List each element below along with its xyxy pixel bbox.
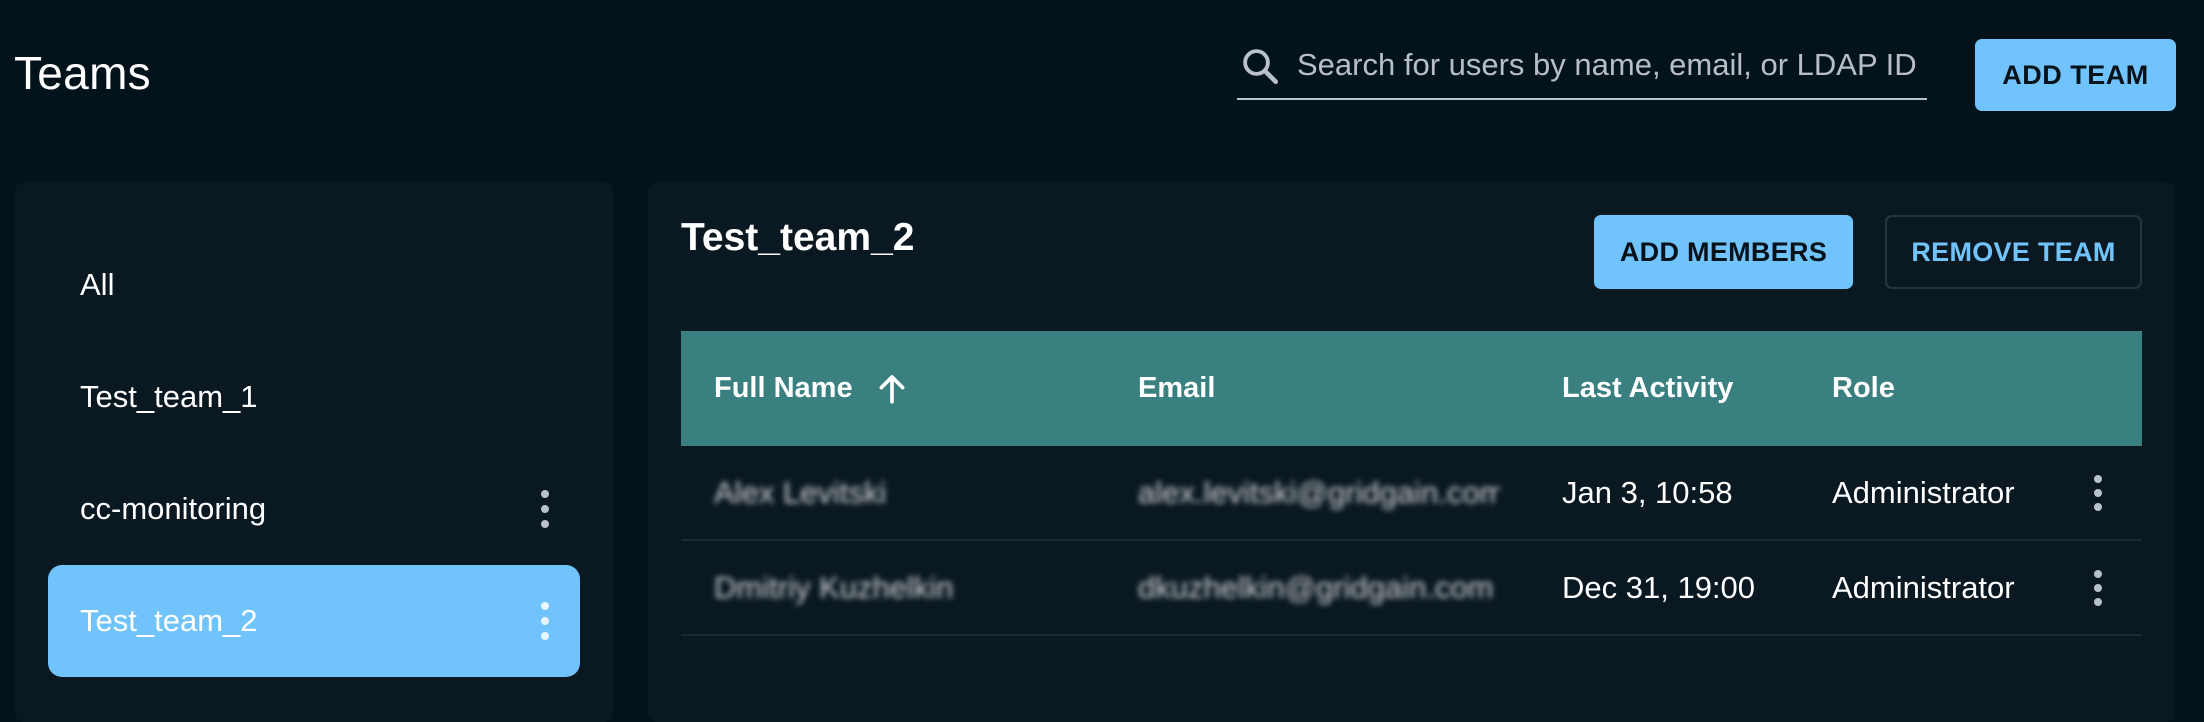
cell-last-activity: Jan 3, 10:58	[1562, 474, 1733, 510]
table-row[interactable]: Dmitriy Kuzhelkin dkuzhelkin@gridgain.co…	[681, 541, 2142, 636]
sidebar-item-test-team-2[interactable]: Test_team_2	[48, 565, 580, 677]
team-title: Test_team_2	[681, 216, 915, 259]
sidebar-item-all[interactable]: All	[48, 229, 580, 341]
sidebar-item-test-team-1[interactable]: Test_team_1	[48, 341, 580, 453]
table-row[interactable]: Alex Levitski alex.levitski@gridgain.com…	[681, 446, 2142, 541]
cell-role: Administrator	[1832, 569, 2015, 605]
column-header-role[interactable]: Role	[1832, 331, 1895, 446]
column-header-last-activity[interactable]: Last Activity	[1562, 331, 1733, 446]
search-input[interactable]	[1295, 46, 1927, 84]
column-header-email[interactable]: Email	[1138, 331, 1215, 446]
cell-last-activity: Dec 31, 19:00	[1562, 569, 1756, 605]
members-table: Full Name Email Last Activity Role Alex …	[681, 331, 2142, 636]
cell-email: dkuzhelkin@gridgain.com	[1138, 569, 1494, 605]
user-search[interactable]	[1237, 40, 1927, 100]
cell-full-name: Alex Levitski	[714, 474, 887, 510]
page-title: Teams	[14, 47, 151, 99]
cell-role: Administrator	[1832, 474, 2015, 510]
more-vert-icon[interactable]	[2093, 569, 2103, 606]
more-vert-icon[interactable]	[540, 490, 550, 528]
sidebar-item-label: Test_team_1	[80, 379, 258, 414]
table-header: Full Name Email Last Activity Role	[681, 331, 2142, 446]
arrow-up-icon[interactable]	[875, 372, 909, 406]
add-team-button[interactable]: ADD TEAM	[1975, 39, 2176, 111]
search-icon	[1243, 49, 1279, 85]
sidebar-item-cc-monitoring[interactable]: cc-monitoring	[48, 453, 580, 565]
cell-full-name: Dmitriy Kuzhelkin	[714, 569, 954, 605]
sidebar-item-label: All	[80, 267, 115, 302]
more-vert-icon[interactable]	[2093, 474, 2103, 511]
sidebar-item-label: cc-monitoring	[80, 491, 267, 526]
cell-email: alex.levitski@gridgain.com	[1138, 474, 1500, 510]
teams-sidebar: All Test_team_1 cc-monitoring Test_team_…	[15, 182, 613, 722]
sidebar-item-label: Test_team_2	[80, 603, 258, 638]
more-vert-icon[interactable]	[540, 602, 550, 640]
remove-team-button[interactable]: REMOVE TEAM	[1885, 215, 2142, 289]
column-header-full-name[interactable]: Full Name	[714, 331, 909, 446]
team-detail-panel: Test_team_2 ADD MEMBERS REMOVE TEAM Full…	[648, 182, 2175, 722]
add-members-button[interactable]: ADD MEMBERS	[1594, 215, 1853, 289]
